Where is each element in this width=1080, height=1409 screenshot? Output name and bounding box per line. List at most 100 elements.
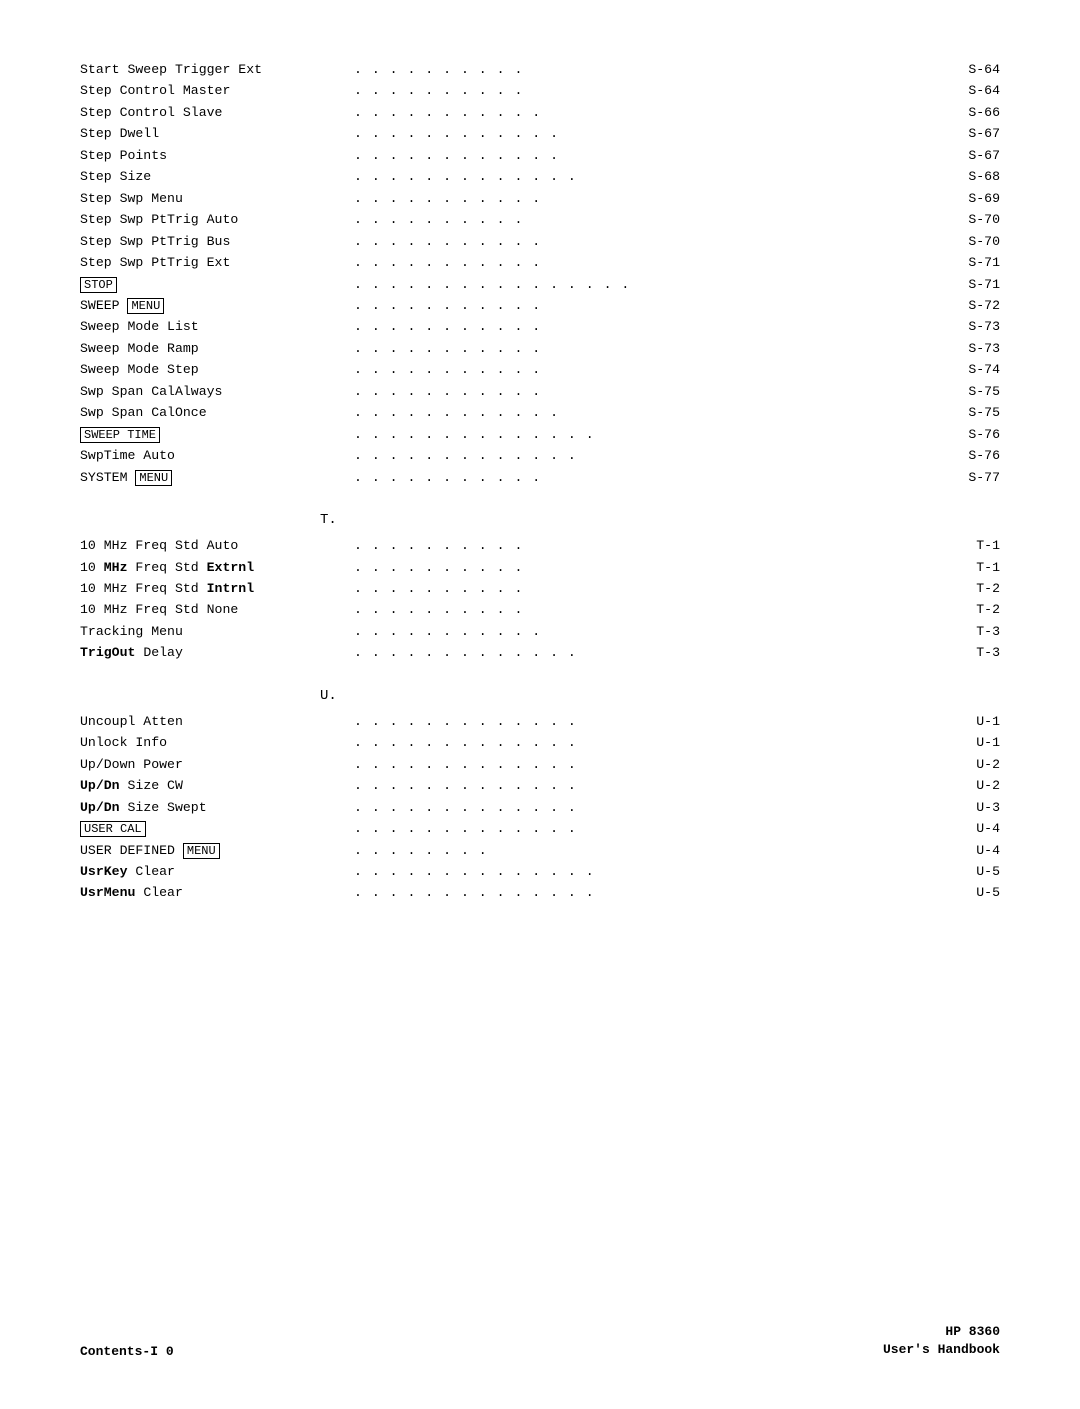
entry-page: S-76 xyxy=(950,425,1000,445)
table-row: Sweep Mode List . . . . . . . . . . . S-… xyxy=(80,317,1000,337)
entry-page: S-69 xyxy=(950,189,1000,209)
entry-label: Up/Dn Size CW xyxy=(80,776,350,796)
entry-dots: . . . . . . . . . . . . . . . . xyxy=(350,275,950,295)
entry-dots: . . . . . . . . . . . . . xyxy=(350,819,950,839)
entry-dots: . . . . . . . . . . . . . xyxy=(350,776,950,796)
entry-label: Step Control Master xyxy=(80,81,350,101)
entry-page: S-68 xyxy=(950,167,1000,187)
section-letter-u: U. xyxy=(320,688,337,704)
page: Start Sweep Trigger Ext . . . . . . . . … xyxy=(0,0,1080,1409)
table-row: Sweep Mode Ramp . . . . . . . . . . . S-… xyxy=(80,339,1000,359)
table-row: Sweep Mode Step . . . . . . . . . . . S-… xyxy=(80,360,1000,380)
table-row: 10 MHz Freq Std Intrnl . . . . . . . . .… xyxy=(80,579,1000,599)
entry-label: UsrMenu Clear xyxy=(80,883,350,903)
entry-page: S-70 xyxy=(950,232,1000,252)
entry-dots: . . . . . . . . . . . . . xyxy=(350,167,950,187)
table-row: USER DEFINED MENU . . . . . . . . U-4 xyxy=(80,841,1000,861)
table-row: Step Control Master . . . . . . . . . . … xyxy=(80,81,1000,101)
table-row: Step Swp PtTrig Auto . . . . . . . . . .… xyxy=(80,210,1000,230)
entry-page: T-1 xyxy=(950,536,1000,556)
entry-dots: . . . . . . . . . . . xyxy=(350,382,950,402)
bold-text: MHz xyxy=(104,560,128,575)
table-row: Tracking Menu . . . . . . . . . . . T-3 xyxy=(80,622,1000,642)
entry-dots: . . . . . . . . . . . . . xyxy=(350,712,950,732)
footer-right: HP 8360 User's Handbook xyxy=(883,1323,1000,1359)
entry-page: U-1 xyxy=(950,712,1000,732)
t-section-header: T. xyxy=(80,512,1000,532)
table-row: Step Control Slave . . . . . . . . . . .… xyxy=(80,103,1000,123)
entry-page: S-74 xyxy=(950,360,1000,380)
entry-label: Step Swp Menu xyxy=(80,189,350,209)
entry-label: USER DEFINED MENU xyxy=(80,841,350,861)
bold-text: UsrMenu xyxy=(80,885,135,900)
table-row: Uncoupl Atten . . . . . . . . . . . . . … xyxy=(80,712,1000,732)
table-row: SWEEP TIME . . . . . . . . . . . . . . S… xyxy=(80,425,1000,445)
table-row: Swp Span CalAlways . . . . . . . . . . .… xyxy=(80,382,1000,402)
entry-page: U-5 xyxy=(950,883,1000,903)
table-row: Step Swp PtTrig Bus . . . . . . . . . . … xyxy=(80,232,1000,252)
table-row: 10 MHz Freq Std Extrnl . . . . . . . . .… xyxy=(80,558,1000,578)
boxed-key: MENU xyxy=(127,298,164,314)
boxed-key: MENU xyxy=(183,843,220,859)
entry-label: SWEEP TIME xyxy=(80,425,350,445)
entry-page: S-71 xyxy=(950,253,1000,273)
table-row: Swp Span CalOnce . . . . . . . . . . . .… xyxy=(80,403,1000,423)
entry-page: U-2 xyxy=(950,776,1000,796)
entry-page: S-75 xyxy=(950,403,1000,423)
entry-dots: . . . . . . . . . . . . . . xyxy=(350,883,950,903)
entry-page: S-75 xyxy=(950,382,1000,402)
entry-label: Sweep Mode List xyxy=(80,317,350,337)
entry-label: SWEEP MENU xyxy=(80,296,350,316)
boxed-key: SWEEP TIME xyxy=(80,427,160,443)
entry-dots: . . . . . . . . . . xyxy=(350,600,950,620)
table-row: STOP . . . . . . . . . . . . . . . . S-7… xyxy=(80,275,1000,295)
entry-page: S-64 xyxy=(950,60,1000,80)
entry-label: Step Swp PtTrig Ext xyxy=(80,253,350,273)
entry-dots: . . . . . . . . . . . . xyxy=(350,146,950,166)
entry-label: 10 MHz Freq Std Intrnl xyxy=(80,579,350,599)
table-row: Unlock Info . . . . . . . . . . . . . U-… xyxy=(80,733,1000,753)
footer-product: HP 8360 xyxy=(883,1323,1000,1341)
table-row: Up/Down Power . . . . . . . . . . . . . … xyxy=(80,755,1000,775)
table-row: SwpTime Auto . . . . . . . . . . . . . S… xyxy=(80,446,1000,466)
entry-dots: . . . . . . . . . . xyxy=(350,536,950,556)
entry-page: S-76 xyxy=(950,446,1000,466)
entry-label: 10 MHz Freq Std None xyxy=(80,600,350,620)
entry-page: S-73 xyxy=(950,317,1000,337)
entry-dots: . . . . . . . . . . . xyxy=(350,253,950,273)
table-row: SYSTEM MENU . . . . . . . . . . . S-77 xyxy=(80,468,1000,488)
entry-label: Tracking Menu xyxy=(80,622,350,642)
table-row: Up/Dn Size CW . . . . . . . . . . . . . … xyxy=(80,776,1000,796)
entry-page: S-70 xyxy=(950,210,1000,230)
table-row: Step Dwell . . . . . . . . . . . . S-67 xyxy=(80,124,1000,144)
entry-dots: . . . . . . . . . . xyxy=(350,579,950,599)
table-row: Step Swp Menu . . . . . . . . . . . S-69 xyxy=(80,189,1000,209)
section-spacer xyxy=(80,688,320,708)
entry-dots: . . . . . . . . . . . xyxy=(350,189,950,209)
entry-dots: . . . . . . . . . . . xyxy=(350,317,950,337)
entry-label: Step Control Slave xyxy=(80,103,350,123)
bold-text: TrigOut xyxy=(80,645,135,660)
s-section: Start Sweep Trigger Ext . . . . . . . . … xyxy=(80,60,1000,488)
table-row: Step Swp PtTrig Ext . . . . . . . . . . … xyxy=(80,253,1000,273)
entry-dots: . . . . . . . . . . . xyxy=(350,103,950,123)
entry-page: S-64 xyxy=(950,81,1000,101)
entry-dots: . . . . . . . . . . . xyxy=(350,232,950,252)
boxed-key: USER CAL xyxy=(80,821,146,837)
table-row: Start Sweep Trigger Ext . . . . . . . . … xyxy=(80,60,1000,80)
table-row: SWEEP MENU . . . . . . . . . . . S-72 xyxy=(80,296,1000,316)
entry-dots: . . . . . . . . . . . xyxy=(350,296,950,316)
entry-label: Up/Dn Size Swept xyxy=(80,798,350,818)
entry-page: U-4 xyxy=(950,841,1000,861)
entry-label: Step Swp PtTrig Auto xyxy=(80,210,350,230)
table-row: USER CAL . . . . . . . . . . . . . U-4 xyxy=(80,819,1000,839)
entry-page: S-67 xyxy=(950,124,1000,144)
s-section-table: Start Sweep Trigger Ext . . . . . . . . … xyxy=(80,60,1000,488)
entry-label: STOP xyxy=(80,275,350,295)
entry-label: 10 MHz Freq Std Extrnl xyxy=(80,558,350,578)
entry-label: Sweep Mode Ramp xyxy=(80,339,350,359)
entry-label: 10 MHz Freq Std Auto xyxy=(80,536,350,556)
entry-page: S-71 xyxy=(950,275,1000,295)
entry-page: U-1 xyxy=(950,733,1000,753)
entry-dots: . . . . . . . . . . . . . . xyxy=(350,862,950,882)
